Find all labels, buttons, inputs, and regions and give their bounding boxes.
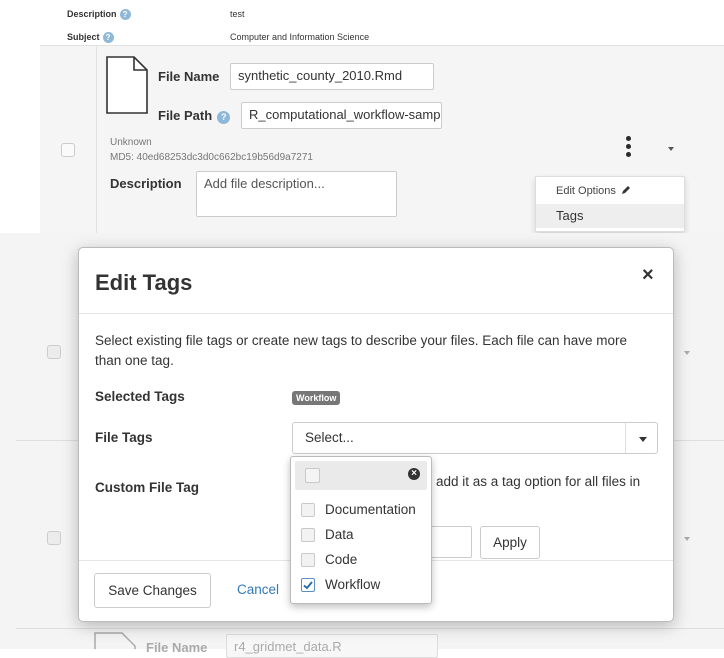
save-changes-button[interactable]: Save Changes <box>94 573 211 608</box>
edit-options-item: Edit Options <box>536 185 684 197</box>
chevron-down-icon[interactable] <box>668 147 674 151</box>
checkbox[interactable] <box>301 528 315 542</box>
dropdown-filter-bar: × <box>295 461 427 490</box>
check-icon <box>303 581 313 590</box>
checkbox[interactable] <box>301 578 315 592</box>
row-checkbox[interactable] <box>47 531 61 545</box>
clear-icon[interactable]: × <box>408 468 420 480</box>
file-tags-label: File Tags <box>95 430 153 445</box>
file-options-button[interactable] <box>626 136 632 160</box>
help-icon[interactable]: ? <box>119 9 131 20</box>
tag-options-dropdown: × Documentation Data Code Workflow <box>290 456 432 604</box>
cancel-link[interactable]: Cancel <box>237 582 279 597</box>
file-icon <box>94 632 136 649</box>
chevron-down-icon[interactable] <box>684 537 690 541</box>
chevron-down-icon[interactable] <box>639 437 647 442</box>
file-description-label: Description <box>110 176 182 191</box>
chevron-down-icon[interactable] <box>684 351 690 355</box>
menu-item-tags[interactable]: Tags <box>536 204 684 228</box>
subject-label: Subject? <box>67 32 114 43</box>
description-value: test <box>230 9 245 19</box>
selected-tags-label: Selected Tags <box>95 389 185 404</box>
file-tags-select[interactable]: Select... <box>292 422 658 454</box>
column-divider <box>96 45 97 235</box>
file-name-label: File Name <box>158 69 220 84</box>
file-icon <box>106 56 148 114</box>
apply-button[interactable]: Apply <box>480 526 540 559</box>
tag-option-label: Code <box>325 552 358 567</box>
help-icon[interactable]: ? <box>217 111 231 124</box>
file-select-checkbox[interactable] <box>61 143 75 157</box>
file-name-label: File Name <box>146 640 208 655</box>
description-label: Description? <box>67 9 131 20</box>
file-path-label: File Path? <box>158 108 231 124</box>
custom-tag-help: add it as a tag option for all files in <box>436 474 641 489</box>
file-type: Unknown <box>110 137 152 148</box>
modal-header-divider <box>79 313 673 314</box>
modal-title: Edit Tags <box>95 270 193 295</box>
pencil-icon <box>621 186 630 194</box>
row-checkbox[interactable] <box>47 345 61 359</box>
file-options-menu: Edit Options Tags <box>535 176 685 232</box>
select-divider <box>625 423 626 453</box>
file-md5: MD5: 40ed68253dc3d0c662bc19b56d9a7271 <box>110 152 313 163</box>
subject-value: Computer and Information Science <box>230 32 370 42</box>
custom-file-tag-label: Custom File Tag <box>95 480 200 495</box>
tag-option-label: Workflow <box>325 577 381 592</box>
row-divider <box>16 628 724 629</box>
tag-badge-workflow: Workflow <box>292 391 341 405</box>
tag-option-label: Data <box>325 527 354 542</box>
checkbox[interactable] <box>301 503 315 517</box>
modal-instructions: Select existing file tags or create new … <box>95 333 628 368</box>
select-placeholder: Select... <box>305 430 354 445</box>
select-all-checkbox[interactable] <box>305 468 320 483</box>
checkbox[interactable] <box>301 553 315 567</box>
file-path-input[interactable]: R_computational_workflow-samp <box>241 102 442 129</box>
help-icon[interactable]: ? <box>102 32 114 43</box>
file-description-input[interactable]: Add file description... <box>196 171 397 217</box>
file-name-input[interactable]: r4_gridmet_data.R <box>226 634 438 658</box>
tag-option-label: Documentation <box>325 502 416 517</box>
close-icon[interactable]: × <box>642 264 654 287</box>
file-name-input[interactable]: synthetic_county_2010.Rmd <box>230 63 434 90</box>
